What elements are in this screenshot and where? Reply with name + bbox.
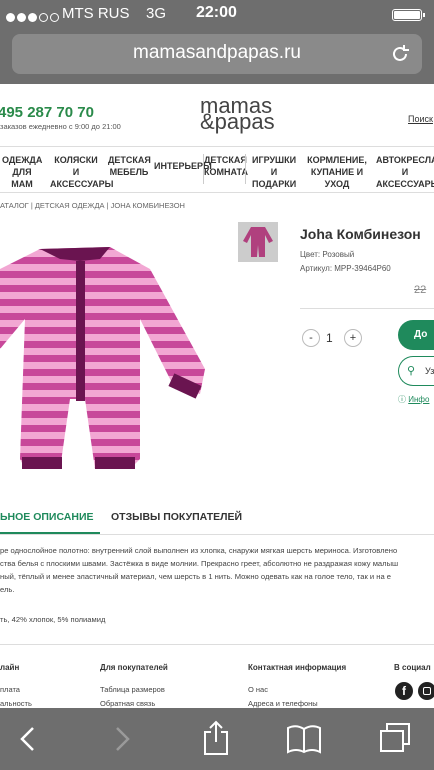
web-page: 495 287 70 70 заказов ежедневно с 9:00 д… [0, 84, 434, 708]
search-link[interactable]: Поиск [408, 114, 433, 124]
pickup-label: Уз [425, 366, 434, 376]
main-nav: ОДЕЖДА ДЛЯ МАМ КОЛЯСКИ И АКСЕССУАРЫ ДЕТС… [0, 154, 434, 190]
phone-number[interactable]: 495 287 70 70 [0, 104, 94, 121]
nav-item-nursery[interactable]: ДЕТСКАЯ КОМНАТА [204, 154, 248, 178]
forward-icon[interactable] [112, 726, 132, 752]
nav-item-car-seats[interactable]: АВТОКРЕСЛА И АКСЕССУАРЫ [376, 154, 434, 190]
instagram-icon[interactable] [418, 682, 434, 700]
footer-link[interactable]: альность [0, 699, 32, 708]
description-line: ный, тёплый и менее эластичный материал,… [0, 572, 392, 581]
back-icon[interactable] [18, 726, 38, 752]
product-thumbnail[interactable] [238, 222, 278, 262]
hours-text: заказов ежедневно с 9:00 до 21:00 [0, 122, 121, 131]
nav-item-interiors[interactable]: ИНТЕРЬЕРЫ [154, 160, 212, 172]
footer-col2-title: Для покупателей [100, 663, 168, 672]
quantity-increase-button[interactable]: + [344, 329, 362, 347]
nav-item-strollers[interactable]: КОЛЯСКИ И АКСЕССУАРЫ [50, 154, 114, 190]
tab-reviews[interactable]: ОТЗЫВЫ ПОКУПАТЕЛЕЙ [111, 511, 242, 523]
browser-chrome: mamasandpapas.ru [0, 28, 434, 84]
battery-icon [392, 9, 425, 21]
footer-link-feedback[interactable]: Обратная связь [100, 699, 155, 708]
signal-dots-icon [6, 9, 61, 27]
footer-col4-title: В социал [394, 663, 431, 672]
product-image[interactable] [0, 229, 210, 489]
footer-link-size-table[interactable]: Таблица размеров [100, 685, 165, 694]
carrier-label: MTS RUS [62, 5, 130, 22]
nav-item-feeding[interactable]: КОРМЛЕНИЕ, КУПАНИЕ И УХОД [304, 154, 370, 190]
description-line: ре однослойное полотно: внутренний слой … [0, 546, 398, 555]
browser-toolbar [0, 708, 434, 770]
nav-item-furniture[interactable]: ДЕТСКАЯ МЕБЕЛЬ [108, 154, 151, 178]
composition-text: ть, 42% хлопок, 5% полиамид [0, 615, 106, 624]
url-text: mamasandpapas.ru [133, 42, 301, 63]
nav-item-maternity[interactable]: ОДЕЖДА ДЛЯ МАМ [2, 154, 42, 190]
location-pin-icon: ⚲ [407, 365, 416, 377]
product-color: Цвет: Розовый [300, 250, 355, 259]
share-icon[interactable] [202, 720, 230, 756]
footer-link-addresses[interactable]: Адреса и телефоны [248, 699, 318, 708]
footer-link[interactable]: плата [0, 685, 20, 694]
logo[interactable]: mamas &papas [200, 95, 300, 134]
network-label: 3G [146, 5, 167, 22]
footer-col1-title: лайн [0, 663, 20, 672]
bookmarks-icon[interactable] [286, 724, 322, 754]
product-price: 22 [414, 284, 427, 296]
product-article: Артикул: MPP-39464P60 [300, 264, 391, 273]
nav-item-toys[interactable]: ИГРУШКИ И ПОДАРКИ [252, 154, 296, 190]
logo-bottom: &papas [200, 109, 275, 134]
product-title: Joha Комбинезон [300, 226, 421, 242]
info-label: Инфо [408, 395, 430, 404]
add-to-cart-button[interactable]: До [398, 320, 434, 350]
info-icon: ⓘ [398, 395, 406, 404]
romper-illustration [0, 247, 205, 469]
tab-description[interactable]: ЬНОЕ ОПИСАНИЕ [0, 511, 94, 523]
breadcrumb[interactable]: АТАЛОГ | ДЕТСКАЯ ОДЕЖДА | JOHA КОМБИНЕЗО… [0, 201, 185, 210]
description-text: ре однослойное полотно: внутренний слой … [0, 544, 434, 596]
description-line: ель. [0, 585, 15, 594]
description-line: ства белья с плоскими швами. Застёжка в … [0, 559, 399, 568]
facebook-icon[interactable]: f [395, 682, 413, 700]
footer-link-about[interactable]: О нас [248, 685, 268, 694]
info-link[interactable]: ⓘ Инфо [398, 394, 429, 405]
pickup-button[interactable]: ⚲ Уз [398, 356, 434, 386]
quantity-value[interactable]: 1 [326, 331, 333, 345]
thumbnail-romper-icon [239, 223, 277, 261]
status-bar: MTS RUS 3G 22:00 [0, 0, 434, 28]
quantity-decrease-button[interactable]: - [302, 329, 320, 347]
tabs-icon[interactable] [378, 722, 412, 754]
footer-col3-title: Контактная информация [248, 663, 347, 672]
clock: 22:00 [196, 4, 237, 21]
address-bar[interactable]: mamasandpapas.ru [12, 34, 422, 74]
reload-icon[interactable] [390, 44, 410, 64]
